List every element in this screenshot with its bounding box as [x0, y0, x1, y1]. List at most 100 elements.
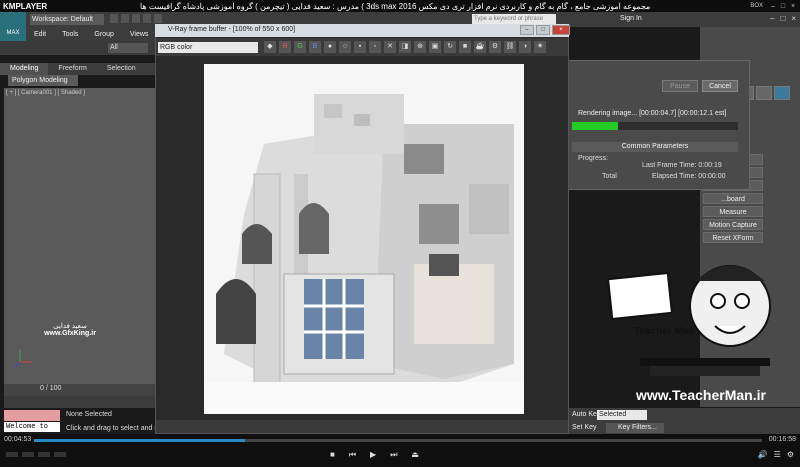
redo-icon[interactable] — [154, 14, 162, 23]
color-corrections-icon[interactable]: ◑ — [519, 41, 531, 53]
track-mouse-icon[interactable]: ⊕ — [414, 41, 426, 53]
minimize-icon[interactable]: – — [520, 25, 534, 35]
load-image-icon[interactable]: ▫ — [369, 41, 381, 53]
save-image-icon[interactable]: ▪ — [354, 41, 366, 53]
red-channel-button[interactable]: R — [279, 41, 291, 53]
gfxking-watermark: سعید فدایی www.GfxKing.ir — [40, 322, 100, 346]
axis-gizmo-icon — [14, 350, 32, 368]
maxscript-input[interactable]: Welcome to M: — [4, 422, 60, 441]
render-progress-fill — [572, 122, 619, 130]
channel-dropdown[interactable]: RGB color — [158, 42, 258, 53]
prev-icon[interactable]: ⏮ — [349, 450, 356, 460]
maximize-icon[interactable]: □ — [779, 3, 787, 10]
viewport-label[interactable]: [ + ] [ Camera001 ] [ Shaded ] — [6, 90, 85, 96]
region-render-icon[interactable]: ▣ — [429, 41, 441, 53]
eject-icon[interactable]: ⏏ — [411, 450, 419, 460]
render-progress-bar — [572, 122, 738, 130]
polygon-modeling-panel[interactable]: Polygon Modeling — [8, 75, 78, 86]
undo-icon[interactable] — [143, 14, 151, 23]
pause-button[interactable]: Pause — [662, 80, 698, 92]
maximize-icon[interactable]: □ — [780, 14, 785, 23]
tab-freeform[interactable]: Freeform — [48, 63, 96, 75]
workspace-dropdown[interactable]: Workspace: Default — [30, 14, 104, 25]
color-palette-icon[interactable]: ◆ — [264, 41, 276, 53]
lens-effects-icon[interactable]: ✷ — [534, 41, 546, 53]
utility-motion-capture[interactable]: Motion Capture — [703, 219, 763, 230]
time-slider[interactable] — [4, 384, 156, 396]
player-right-buttons: 🔊 ☰ ⚙ — [758, 450, 794, 459]
link-icon[interactable]: ⛓ — [504, 41, 516, 53]
max-app-button[interactable]: MAX — [0, 12, 26, 42]
copy-icon[interactable]: ◨ — [399, 41, 411, 53]
vfb-window-controls: – □ × — [520, 25, 570, 35]
vr-icon[interactable] — [22, 452, 34, 457]
clear-image-icon[interactable]: ✕ — [384, 41, 396, 53]
motion-tab-icon[interactable] — [756, 86, 772, 100]
maximize-icon[interactable]: □ — [536, 25, 550, 35]
cancel-button[interactable]: Cancel — [702, 80, 738, 92]
frame-counter: 0 / 100 — [40, 385, 62, 392]
vfb-title: V-Ray frame buffer - [100% of 550 x 600] — [168, 26, 296, 33]
selection-filter-dropdown[interactable]: All — [108, 43, 148, 53]
maxscript-listener-mini[interactable] — [4, 410, 60, 421]
teacherman-logo-icon — [606, 265, 771, 376]
blue-channel-button[interactable]: B — [309, 41, 321, 53]
track-bar[interactable] — [4, 396, 156, 408]
utilities-tab-icon[interactable] — [774, 86, 790, 100]
selection-status: None Selected — [66, 411, 112, 418]
ribbon-tabs: Modeling Freeform Selection — [0, 63, 160, 75]
gfxking-url: www.GfxKing.ir — [44, 330, 96, 337]
settings-icon[interactable]: ⚙ — [787, 450, 794, 459]
3d-icon[interactable] — [6, 452, 18, 457]
stop-render-icon[interactable]: ■ — [459, 41, 471, 53]
utility-reset-xform[interactable]: Reset XForm — [703, 232, 763, 243]
player-title-bar: KMPLAYER مجموعه آموزشی جامع ، گام به گام… — [0, 0, 800, 12]
key-mode-dropdown[interactable]: Selected — [597, 410, 647, 420]
tab-selection[interactable]: Selection — [97, 63, 146, 75]
set-key-button[interactable]: Set Key — [572, 424, 597, 431]
new-icon[interactable] — [110, 14, 118, 23]
volume-icon[interactable]: 🔊 — [758, 450, 768, 459]
render-last-icon[interactable]: ↻ — [444, 41, 456, 53]
minimize-icon[interactable]: – — [769, 3, 777, 10]
open-icon[interactable] — [121, 14, 129, 23]
utility-color-clipboard[interactable]: ...board — [703, 193, 763, 204]
close-icon[interactable]: × — [791, 14, 796, 23]
last-frame-time: Last Frame Time: 0:00:19 — [642, 162, 722, 169]
seek-bar[interactable] — [34, 439, 762, 442]
max-window-controls: – □ × — [770, 14, 796, 23]
utility-measure[interactable]: Measure — [703, 206, 763, 217]
green-channel-button[interactable]: G — [294, 41, 306, 53]
alpha-icon[interactable]: ● — [324, 41, 336, 53]
key-filters-button[interactable]: Key Filters... — [606, 423, 664, 433]
box-label[interactable]: BOX — [750, 3, 763, 9]
vfb-status-bar — [156, 420, 568, 433]
rendering-status: Rendering image... [00:00:04.7] [00:00:1… — [578, 110, 727, 117]
next-icon[interactable]: ⏭ — [390, 450, 397, 460]
menu-views[interactable]: Views — [122, 31, 157, 38]
elapsed-playback-time: 00:04:53 — [4, 436, 32, 443]
stop-icon[interactable]: ■ — [330, 450, 335, 460]
menu-bar: Edit Tools Group Views — [26, 27, 176, 41]
settings-icon[interactable]: ⚙ — [489, 41, 501, 53]
minimize-icon[interactable]: – — [770, 14, 774, 23]
screen-icon[interactable] — [54, 452, 66, 457]
menu-edit[interactable]: Edit — [26, 31, 54, 38]
rendered-image[interactable] — [204, 64, 524, 414]
menu-group[interactable]: Group — [86, 31, 121, 38]
common-parameters-header[interactable]: Common Parameters — [572, 142, 738, 152]
subtitle-icon[interactable] — [38, 452, 50, 457]
playlist-icon[interactable]: ☰ — [774, 450, 781, 459]
save-icon[interactable] — [132, 14, 140, 23]
gfxking-title: سعید فدایی — [53, 323, 87, 330]
teapot-icon[interactable]: ☕ — [474, 41, 486, 53]
close-icon[interactable]: × — [789, 3, 797, 10]
play-icon[interactable]: ▶ — [370, 450, 376, 460]
teacherman-url: www.TeacherMan.ir — [636, 387, 766, 403]
sign-in-link[interactable]: Sign In — [620, 15, 642, 22]
mono-icon[interactable]: ○ — [339, 41, 351, 53]
tab-modeling[interactable]: Modeling — [0, 63, 49, 75]
seek-bar-fill — [34, 439, 246, 442]
menu-tools[interactable]: Tools — [54, 31, 86, 38]
close-icon[interactable]: × — [552, 25, 570, 35]
